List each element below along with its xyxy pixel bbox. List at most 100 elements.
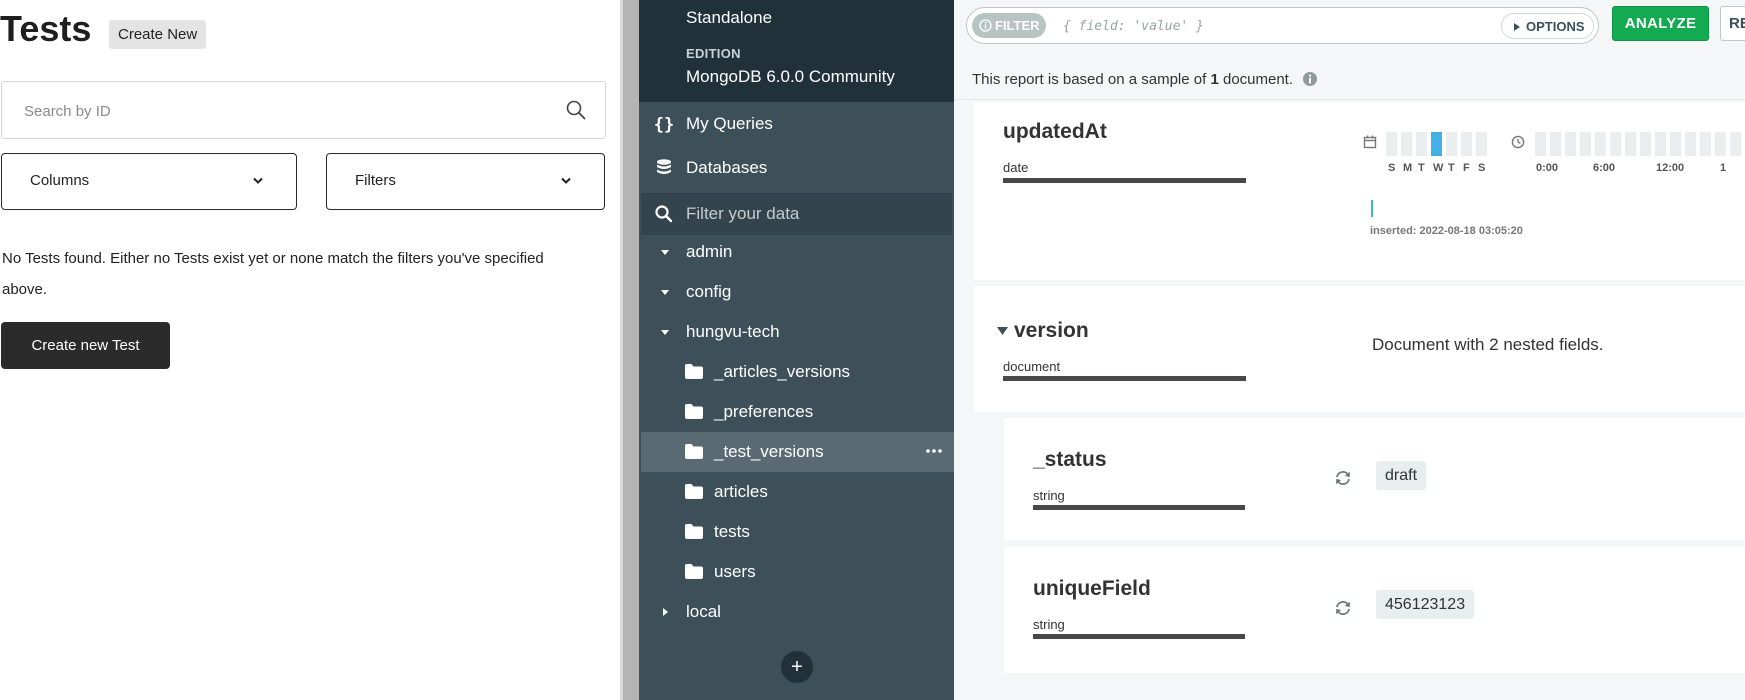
clock-icon bbox=[1511, 135, 1525, 149]
collection-item[interactable]: tests bbox=[641, 512, 954, 552]
chevron-down-icon bbox=[561, 177, 571, 184]
more-options-icon[interactable] bbox=[926, 449, 942, 453]
search-input[interactable] bbox=[24, 100, 544, 122]
caret-down-icon[interactable] bbox=[660, 287, 670, 297]
sidebar-filter-input[interactable] bbox=[686, 203, 936, 225]
columns-dropdown[interactable]: Columns bbox=[1, 153, 297, 210]
field-name: updatedAt bbox=[1003, 120, 1107, 143]
db-label: admin bbox=[686, 242, 733, 261]
filter-query-input[interactable] bbox=[1063, 16, 1443, 36]
filter-pill[interactable]: FILTER bbox=[972, 13, 1046, 38]
caret-down-icon[interactable] bbox=[660, 327, 670, 337]
filters-dropdown[interactable]: Filters bbox=[326, 153, 605, 210]
hour-bar[interactable] bbox=[1640, 132, 1651, 156]
type-probability-bar[interactable] bbox=[1033, 634, 1245, 639]
hour-bar[interactable] bbox=[1550, 132, 1561, 156]
hour-bar[interactable] bbox=[1565, 132, 1576, 156]
caret-right-icon[interactable] bbox=[660, 607, 670, 617]
collection-label: _preferences bbox=[714, 402, 814, 421]
collection-item[interactable]: _articles_versions bbox=[641, 352, 954, 392]
caret-down-icon[interactable] bbox=[660, 247, 670, 257]
db-item-admin[interactable]: admin bbox=[639, 232, 954, 272]
weekday-label: T bbox=[1448, 162, 1455, 174]
collection-item[interactable]: users bbox=[641, 552, 954, 592]
compass-sidebar: Standalone EDITION MongoDB 6.0.0 Communi… bbox=[639, 0, 954, 700]
curly-braces-icon: {} bbox=[654, 115, 674, 135]
folder-icon bbox=[685, 524, 703, 539]
create-test-button[interactable]: Create new Test bbox=[1, 322, 170, 369]
chevron-down-icon bbox=[253, 177, 263, 184]
search-icon[interactable] bbox=[565, 99, 587, 121]
filter-bar: FILTER OPTIONS bbox=[966, 7, 1599, 44]
type-probability-bar[interactable] bbox=[1033, 505, 1245, 510]
tests-pane: Tests Create New Columns Filters No Test… bbox=[0, 0, 620, 700]
collection-item[interactable]: _preferences bbox=[641, 392, 954, 432]
collection-label: tests bbox=[714, 522, 750, 541]
info-icon[interactable] bbox=[1302, 71, 1318, 87]
field-card-updatedat: updatedAt date inserted: 2022-08-18 03:0… bbox=[974, 102, 1745, 280]
options-button[interactable]: OPTIONS bbox=[1501, 13, 1594, 39]
folder-icon bbox=[685, 484, 703, 499]
caret-down-icon[interactable] bbox=[997, 327, 1008, 335]
inserted-timeline-tick[interactable] bbox=[1371, 200, 1373, 217]
pane-divider[interactable] bbox=[620, 0, 639, 700]
weekday-bar[interactable] bbox=[1446, 132, 1457, 156]
weekday-bar[interactable] bbox=[1431, 132, 1442, 156]
collection-label: articles bbox=[714, 482, 768, 501]
db-label: local bbox=[686, 602, 721, 621]
field-name: _status bbox=[1033, 448, 1107, 471]
hour-bar[interactable] bbox=[1685, 132, 1696, 156]
instance-info: Standalone EDITION MongoDB 6.0.0 Communi… bbox=[639, 0, 954, 102]
hour-bar[interactable] bbox=[1730, 132, 1741, 156]
columns-label: Columns bbox=[30, 172, 90, 189]
type-probability-bar[interactable] bbox=[1003, 376, 1246, 381]
nested-fields-summary: Document with 2 nested fields. bbox=[1372, 335, 1604, 354]
reset-button[interactable]: RE bbox=[1720, 6, 1745, 41]
hour-bar[interactable] bbox=[1535, 132, 1546, 156]
db-item-hungvu-tech[interactable]: hungvu-tech bbox=[639, 312, 954, 352]
hour-bar[interactable] bbox=[1595, 132, 1606, 156]
hour-bar[interactable] bbox=[1625, 132, 1636, 156]
weekday-label: S bbox=[1478, 162, 1486, 174]
weekday-label: M bbox=[1403, 162, 1413, 174]
refresh-icon[interactable] bbox=[1334, 469, 1352, 487]
filters-label: Filters bbox=[355, 172, 396, 189]
weekday-bar[interactable] bbox=[1386, 132, 1397, 156]
nav-my-queries[interactable]: {} My Queries bbox=[639, 104, 954, 144]
database-icon bbox=[657, 159, 671, 174]
hour-bar[interactable] bbox=[1670, 132, 1681, 156]
edition-value: MongoDB 6.0.0 Community bbox=[686, 67, 895, 86]
nav-databases[interactable]: Databases bbox=[639, 148, 954, 188]
weekday-label: S bbox=[1388, 162, 1396, 174]
db-item-config[interactable]: config bbox=[639, 272, 954, 312]
add-database-button[interactable]: + bbox=[781, 651, 813, 683]
weekday-label: T bbox=[1418, 162, 1425, 174]
hour-bar[interactable] bbox=[1700, 132, 1711, 156]
collection-label: _test_versions bbox=[714, 442, 824, 461]
hour-bar[interactable] bbox=[1610, 132, 1621, 156]
collection-item-active[interactable]: _test_versions bbox=[641, 432, 954, 472]
hour-bar[interactable] bbox=[1715, 132, 1726, 156]
field-name[interactable]: version bbox=[1014, 319, 1089, 343]
weekday-bar[interactable] bbox=[1416, 132, 1427, 156]
sample-value-pill[interactable]: draft bbox=[1376, 461, 1427, 490]
type-probability-bar[interactable] bbox=[1003, 178, 1246, 183]
sidebar-filter bbox=[641, 193, 952, 235]
schema-panel: FILTER OPTIONS ANALYZE RE This report is… bbox=[954, 0, 1745, 700]
svg-text:{}: {} bbox=[654, 115, 674, 135]
analyze-button[interactable]: ANALYZE bbox=[1612, 6, 1709, 41]
page-title: Tests bbox=[0, 8, 92, 49]
hour-bar[interactable] bbox=[1580, 132, 1591, 156]
field-name: uniqueField bbox=[1033, 577, 1151, 600]
collection-item[interactable]: articles bbox=[641, 472, 954, 512]
weekday-bar[interactable] bbox=[1476, 132, 1487, 156]
sample-value-pill[interactable]: 456123123 bbox=[1376, 590, 1475, 619]
field-card-status: _status string draft bbox=[1004, 418, 1745, 540]
create-new-button[interactable]: Create New bbox=[109, 20, 207, 49]
weekday-bar[interactable] bbox=[1401, 132, 1412, 156]
weekday-bar[interactable] bbox=[1461, 132, 1472, 156]
db-item-local[interactable]: local bbox=[639, 592, 954, 632]
hour-bar[interactable] bbox=[1655, 132, 1666, 156]
field-card-version: version document Document with 2 nested … bbox=[974, 286, 1745, 412]
refresh-icon[interactable] bbox=[1334, 599, 1352, 617]
